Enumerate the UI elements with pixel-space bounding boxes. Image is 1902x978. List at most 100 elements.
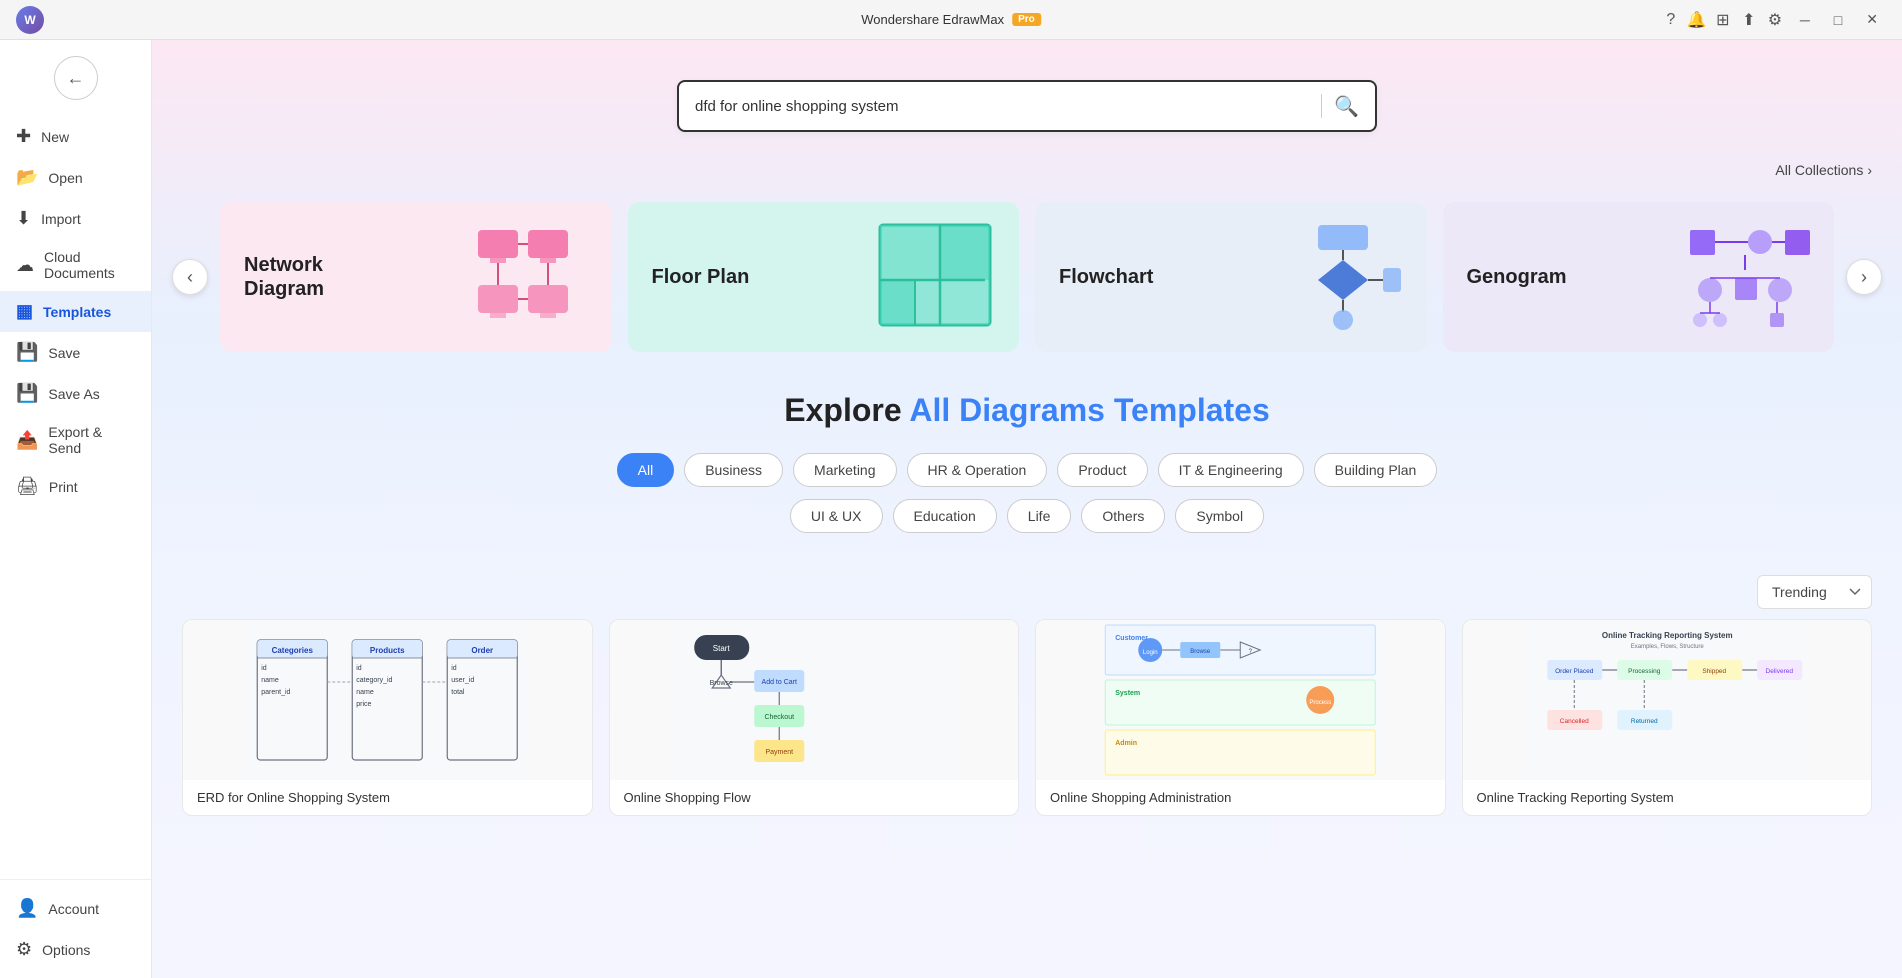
pro-badge: Pro	[1012, 13, 1041, 26]
app-name: Wondershare EdrawMax	[861, 12, 1004, 27]
diagram-card-title-admin: Online Shopping Administration	[1050, 790, 1431, 805]
svg-text:Browse: Browse	[1190, 649, 1211, 655]
sidebar-item-options[interactable]: ⚙ Options	[0, 929, 151, 970]
sidebar-label-print: Print	[49, 479, 78, 495]
floor-plan-visual	[875, 220, 995, 335]
diagram-card-tracking[interactable]: Online Tracking Reporting System Example…	[1462, 619, 1873, 816]
svg-text:Login: Login	[1143, 650, 1158, 656]
sidebar-label-import: Import	[41, 211, 81, 227]
search-button[interactable]: 🔍	[1334, 94, 1359, 119]
bell-icon[interactable]: 🔔	[1688, 11, 1706, 29]
search-divider	[1321, 94, 1322, 118]
templates-section: All Collections › ‹ Network Diagram	[152, 152, 1902, 362]
sidebar-item-save[interactable]: 💾 Save	[0, 332, 151, 373]
export-icon: 📤	[16, 430, 38, 451]
filter-tags-row2: UI & UX Education Life Others Symbol	[172, 499, 1882, 533]
sidebar-item-export[interactable]: 📤 Export & Send	[0, 414, 151, 466]
svg-text:Products: Products	[370, 646, 405, 655]
search-input[interactable]	[695, 98, 1309, 115]
svg-text:name: name	[356, 689, 374, 696]
title-bar-center: Wondershare EdrawMax Pro	[861, 12, 1041, 27]
svg-text:name: name	[261, 677, 279, 684]
filter-tag-ui-ux[interactable]: UI & UX	[790, 499, 883, 533]
diagram-card-info-erd: ERD for Online Shopping System	[183, 780, 592, 815]
back-button[interactable]: ←	[54, 56, 98, 100]
sidebar-label-save-as: Save As	[48, 386, 99, 402]
sidebar-label-options: Options	[42, 942, 90, 958]
filter-tag-others[interactable]: Others	[1081, 499, 1165, 533]
sidebar-item-open[interactable]: 📂 Open	[0, 157, 151, 198]
title-bar-right: ? 🔔 ⊞ ⬆ ⚙ ─ □ ✕	[1662, 7, 1886, 32]
card-title-flowchart: Flowchart	[1059, 265, 1153, 289]
share-icon[interactable]: ⬆	[1740, 11, 1758, 29]
genogram-visual	[1680, 220, 1810, 335]
sidebar-item-account[interactable]: 👤 Account	[0, 888, 151, 929]
sidebar-item-new[interactable]: ✚ New	[0, 116, 151, 157]
diagram-card-img-flow: Start Browse Add to Cart Checkout Paymen…	[610, 620, 1019, 780]
filter-tag-all[interactable]: All	[617, 453, 675, 487]
diagram-card-img-tracking: Online Tracking Reporting System Example…	[1463, 620, 1872, 780]
filter-tag-it-engineering[interactable]: IT & Engineering	[1158, 453, 1304, 487]
new-icon: ✚	[16, 126, 31, 147]
card-title-floor-plan: Floor Plan	[652, 265, 750, 289]
all-collections-arrow: ›	[1867, 162, 1872, 178]
filter-tag-building-plan[interactable]: Building Plan	[1314, 453, 1438, 487]
filter-tag-life[interactable]: Life	[1007, 499, 1072, 533]
svg-text:Payment: Payment	[765, 749, 793, 756]
sidebar-label-cloud: Cloud Documents	[44, 249, 135, 281]
sidebar-label-account: Account	[48, 901, 99, 917]
minimize-button[interactable]: ─	[1792, 8, 1818, 32]
settings-icon[interactable]: ⚙	[1766, 11, 1784, 29]
diagram-card-title-flow: Online Shopping Flow	[624, 790, 1005, 805]
explore-title-text: Explore	[784, 392, 909, 428]
sidebar-item-print[interactable]: 🖨 Print	[0, 466, 151, 507]
diagram-card-info-flow: Online Shopping Flow	[610, 780, 1019, 815]
diagram-card-erd[interactable]: Categories id name parent_id Products id…	[182, 619, 593, 816]
filter-tag-education[interactable]: Education	[893, 499, 997, 533]
close-button[interactable]: ✕	[1858, 7, 1886, 32]
template-card-genogram[interactable]: Genogram	[1443, 202, 1835, 352]
help-icon[interactable]: ?	[1662, 11, 1680, 29]
title-bar: W Wondershare EdrawMax Pro ? 🔔 ⊞ ⬆ ⚙ ─ □…	[0, 0, 1902, 40]
user-avatar[interactable]: W	[16, 6, 44, 34]
template-card-network-diagram[interactable]: Network Diagram	[220, 202, 612, 352]
sidebar-label-open: Open	[48, 170, 82, 186]
diagram-card-admin[interactable]: Customer System Admin Login Browse ?	[1035, 619, 1446, 816]
search-section: 🔍	[152, 40, 1902, 152]
explore-section: Explore All Diagrams Templates All Busin…	[152, 362, 1902, 565]
main-layout: ← ✚ New 📂 Open ⬇ Import ☁ Cloud Document…	[0, 40, 1902, 978]
search-box[interactable]: 🔍	[677, 80, 1377, 132]
carousel-prev-button[interactable]: ‹	[172, 259, 208, 295]
svg-text:Add to Cart: Add to Cart	[761, 679, 796, 686]
template-card-floor-plan[interactable]: Floor Plan	[628, 202, 1020, 352]
svg-text:Delivered: Delivered	[1765, 668, 1793, 675]
sidebar-item-save-as[interactable]: 💾 Save As	[0, 373, 151, 414]
save-icon: 💾	[16, 342, 38, 363]
filter-tags-row1: All Business Marketing HR & Operation Pr…	[172, 453, 1882, 487]
template-card-flowchart[interactable]: Flowchart	[1035, 202, 1427, 352]
filter-tag-product[interactable]: Product	[1057, 453, 1147, 487]
apps-icon[interactable]: ⊞	[1714, 11, 1732, 29]
open-icon: 📂	[16, 167, 38, 188]
sidebar-item-import[interactable]: ⬇ Import	[0, 198, 151, 239]
svg-text:category_id: category_id	[356, 677, 392, 684]
svg-text:total: total	[451, 689, 465, 696]
sidebar-item-cloud[interactable]: ☁ Cloud Documents	[0, 239, 151, 291]
card-title-genogram: Genogram	[1467, 265, 1567, 289]
filter-tag-business[interactable]: Business	[684, 453, 783, 487]
filter-tag-hr-operation[interactable]: HR & Operation	[907, 453, 1048, 487]
maximize-button[interactable]: □	[1826, 8, 1850, 32]
svg-text:id: id	[356, 665, 362, 672]
trending-select[interactable]: Trending Newest Most Used	[1757, 575, 1872, 609]
filter-tag-marketing[interactable]: Marketing	[793, 453, 896, 487]
all-collections-link[interactable]: All Collections ›	[1775, 162, 1872, 178]
cards-grid: Categories id name parent_id Products id…	[152, 619, 1902, 846]
sidebar-item-templates[interactable]: ▦ Templates	[0, 291, 151, 332]
filter-tag-symbol[interactable]: Symbol	[1175, 499, 1264, 533]
account-icon: 👤	[16, 898, 38, 919]
svg-text:Returned: Returned	[1630, 718, 1657, 725]
diagram-card-flow[interactable]: Start Browse Add to Cart Checkout Paymen…	[609, 619, 1020, 816]
svg-text:Browse: Browse	[709, 680, 732, 687]
all-collections-label: All Collections	[1775, 162, 1863, 178]
carousel-next-button[interactable]: ›	[1846, 259, 1882, 295]
